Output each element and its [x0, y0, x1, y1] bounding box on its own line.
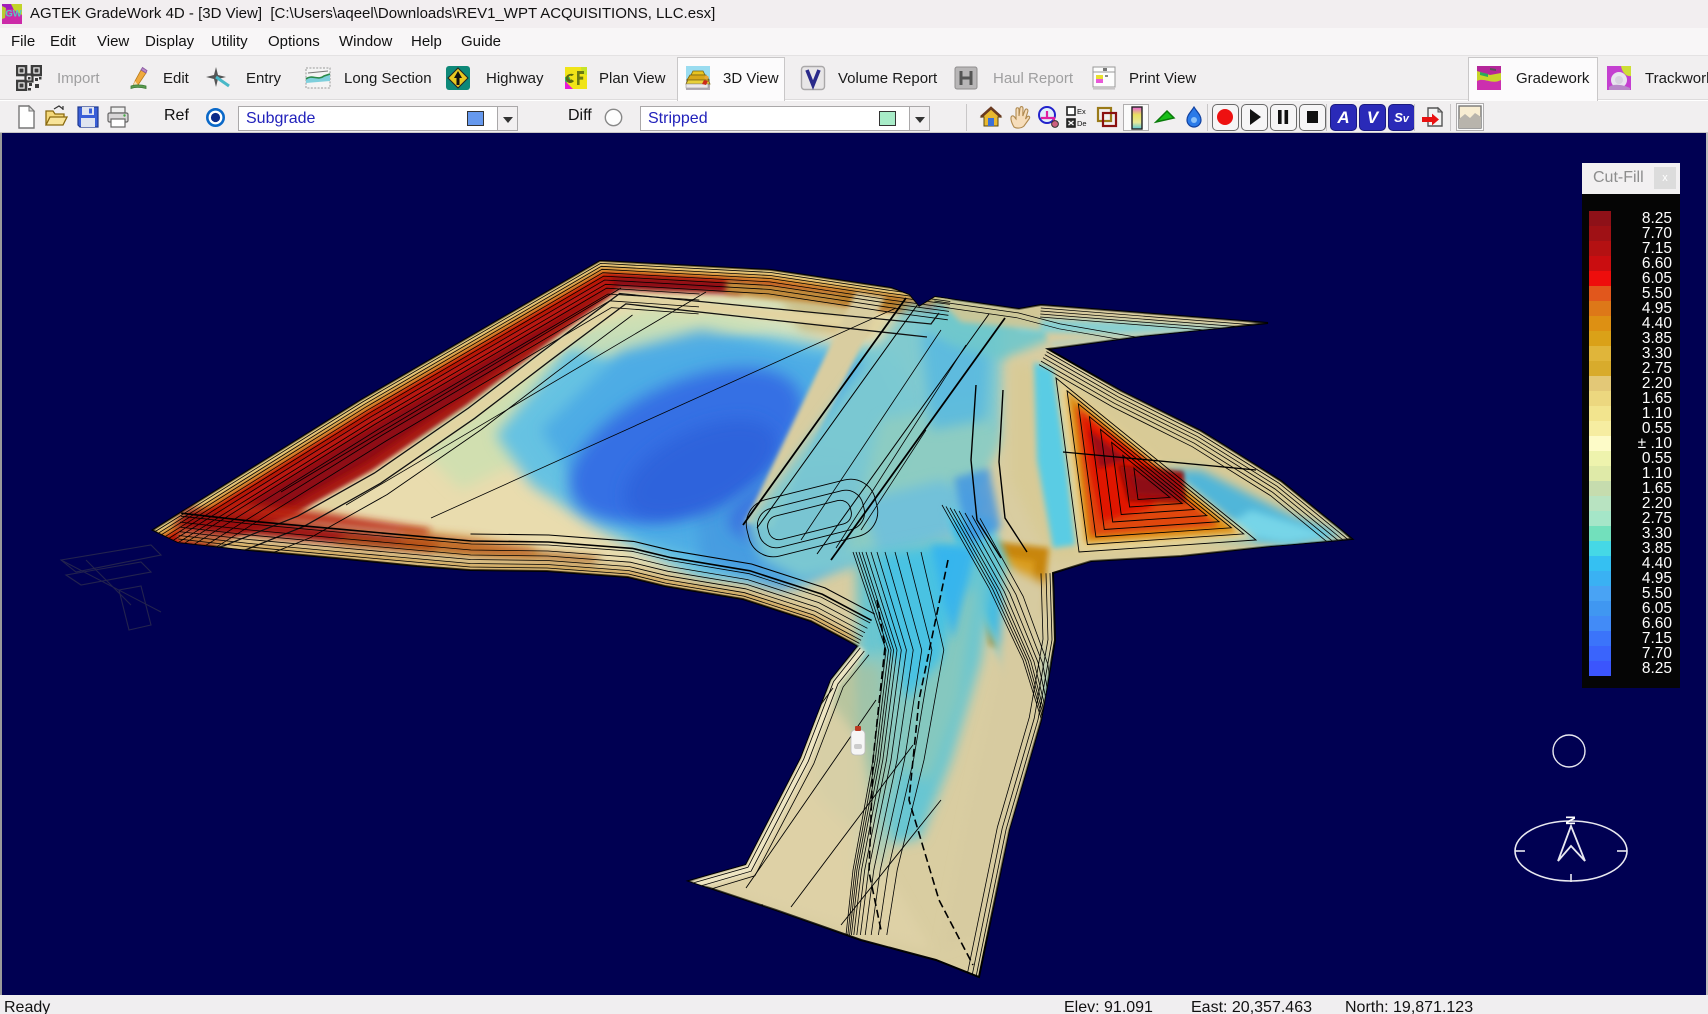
svg-text:N: N — [1563, 816, 1578, 825]
svg-text:De: De — [1077, 119, 1087, 128]
svg-text:Ex: Ex — [1077, 107, 1086, 116]
svg-text:GW: GW — [5, 9, 21, 20]
